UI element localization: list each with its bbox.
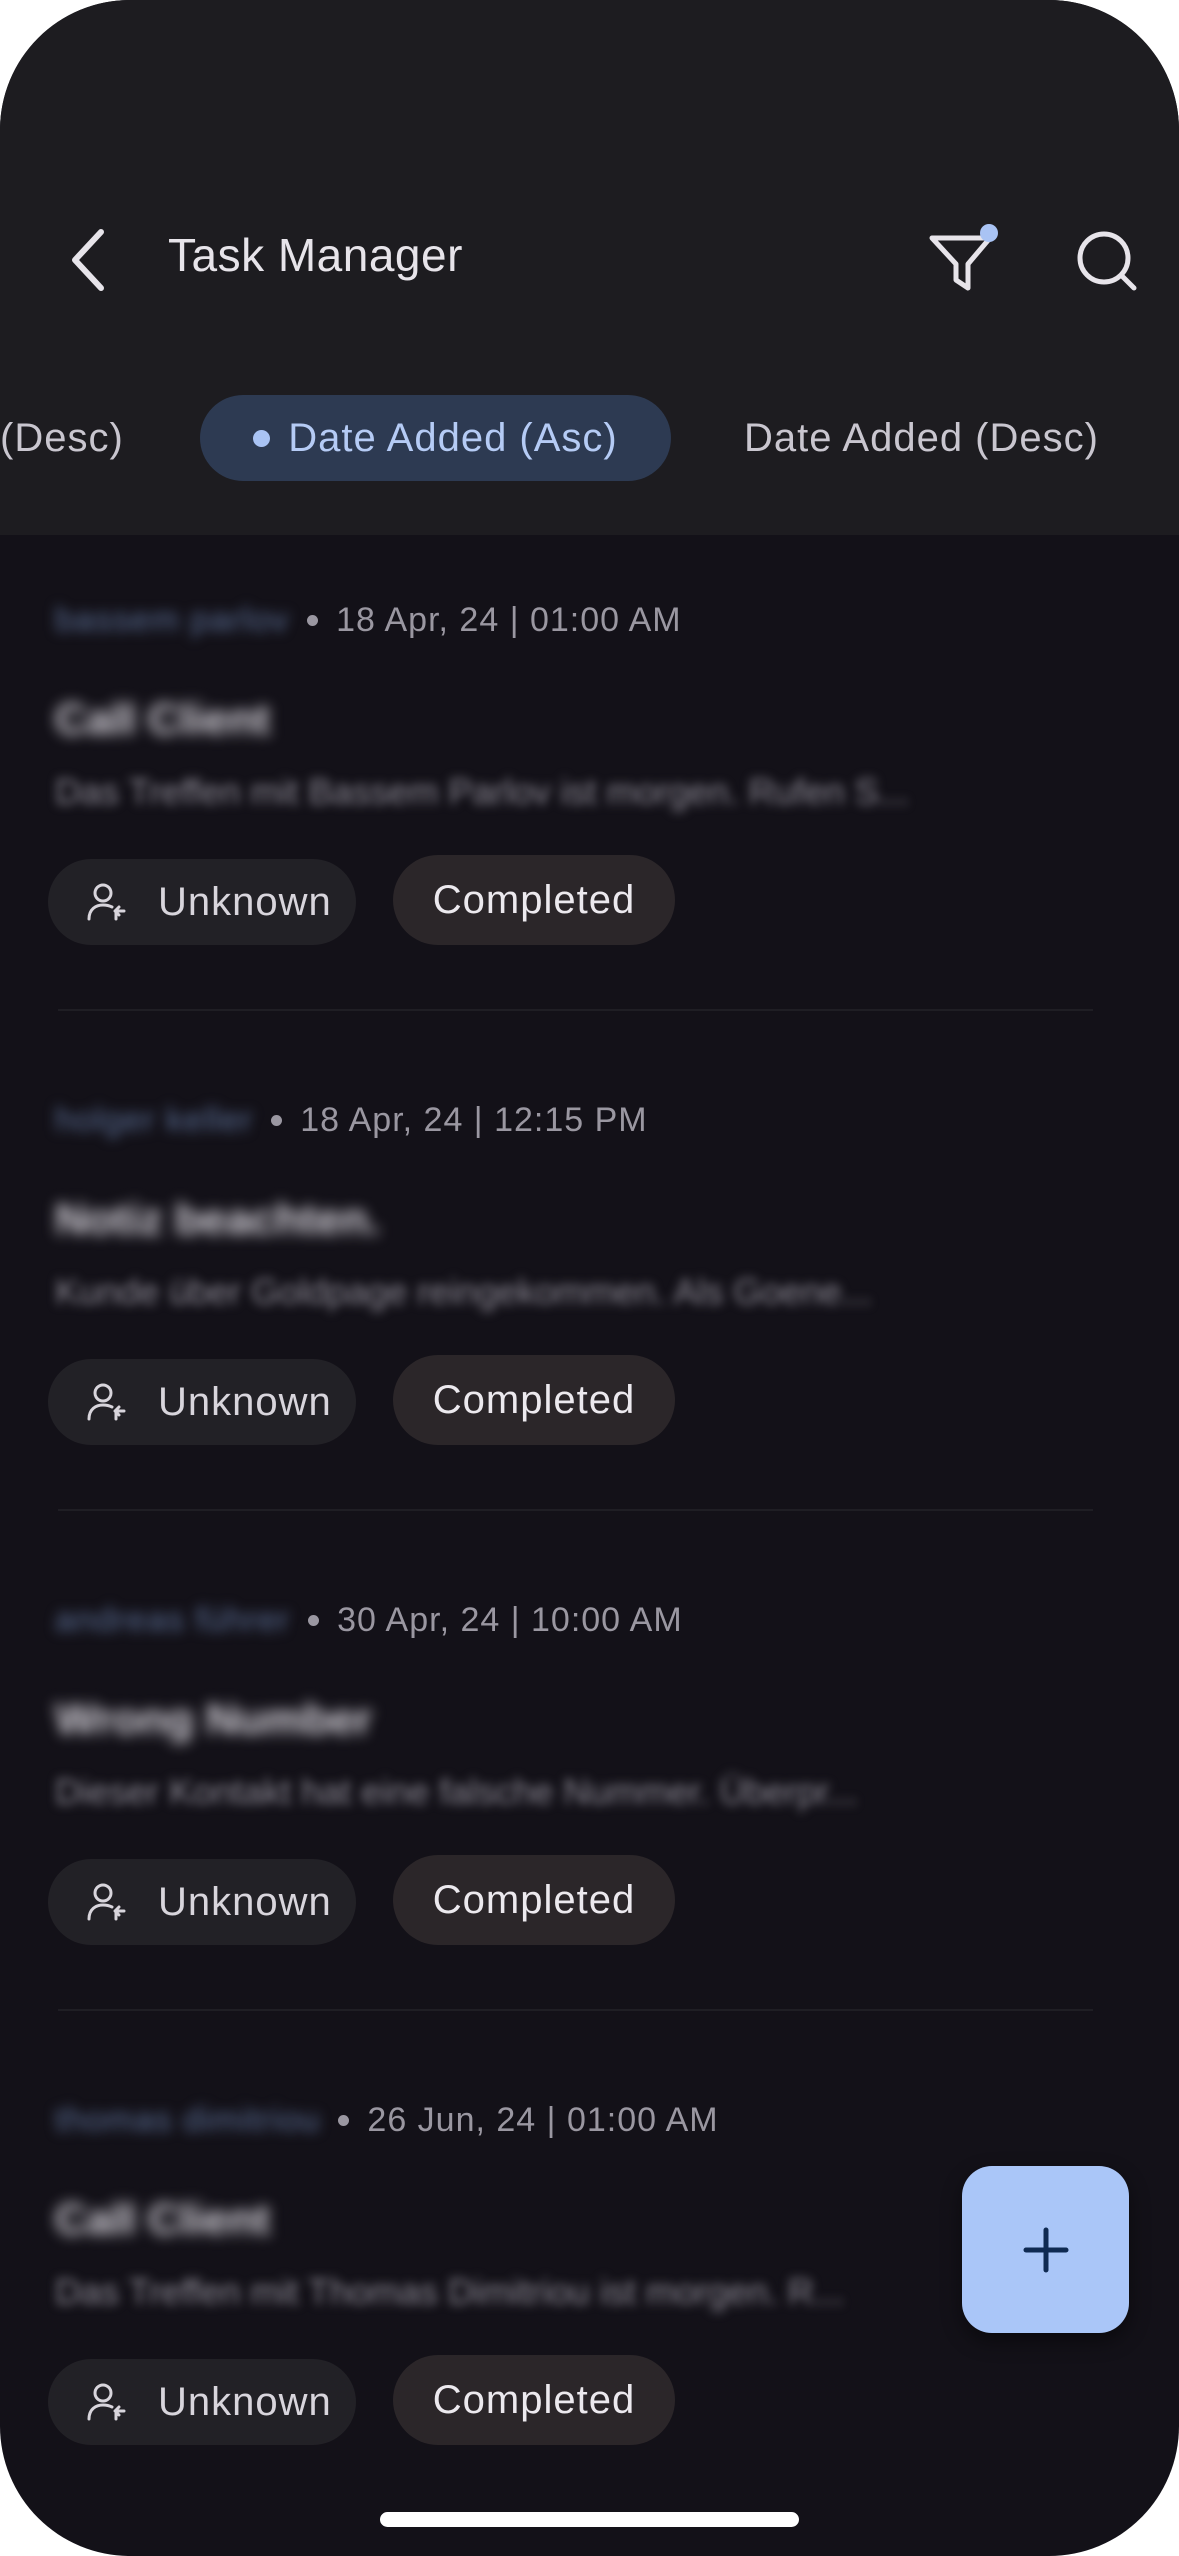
dot-separator-icon bbox=[308, 1614, 320, 1626]
divider bbox=[58, 1009, 1093, 1011]
assignee-chip[interactable]: Unknown bbox=[48, 2359, 356, 2445]
person-assign-icon bbox=[87, 1383, 126, 1421]
divider bbox=[58, 2009, 1093, 2011]
sort-chip-partial[interactable]: (Desc) bbox=[0, 395, 124, 481]
selected-dot-icon bbox=[253, 429, 271, 447]
assignee-label: Unknown bbox=[158, 1879, 332, 1924]
assignee-chip[interactable]: Unknown bbox=[48, 1359, 356, 1445]
assignee-label: Unknown bbox=[158, 1379, 332, 1424]
task-description: Dieser Kontakt hat eine falsche Nummer. … bbox=[55, 1771, 858, 1812]
add-task-button[interactable] bbox=[962, 2166, 1129, 2333]
dot-separator-icon bbox=[271, 1114, 283, 1126]
task-description: Das Treffen mit Bassem Parlov ist morgen… bbox=[55, 771, 909, 812]
assignee-label: Unknown bbox=[158, 2379, 332, 2424]
sort-chip-date-added-desc[interactable]: Date Added (Desc) bbox=[744, 395, 1099, 481]
assignee-chip[interactable]: Unknown bbox=[48, 859, 356, 945]
search-button[interactable] bbox=[1066, 218, 1152, 304]
task-meta: bassem parlov 18 Apr, 24 | 01:00 AM bbox=[55, 595, 682, 645]
task-meta: thomas dimitriou 26 Jun, 24 | 01:00 AM bbox=[55, 2095, 719, 2145]
task-date: 18 Apr, 24 | 01:00 AM bbox=[336, 600, 682, 639]
task-meta: andreas führer 30 Apr, 24 | 10:00 AM bbox=[55, 1595, 683, 1645]
task-card[interactable]: andreas führer 30 Apr, 24 | 10:00 AM Wro… bbox=[0, 1595, 1179, 2095]
person-assign-icon bbox=[87, 883, 126, 921]
sort-chip-label: Date Added (Asc) bbox=[288, 415, 618, 460]
dot-separator-icon bbox=[338, 2114, 350, 2126]
task-title: Wrong Number bbox=[55, 1695, 372, 1744]
plus-icon bbox=[1023, 2227, 1068, 2272]
page-title: Task Manager bbox=[168, 229, 463, 281]
task-date: 26 Jun, 24 | 01:00 AM bbox=[367, 2100, 719, 2139]
task-date: 18 Apr, 24 | 12:15 PM bbox=[300, 1100, 648, 1139]
top-app-bar: Task Manager (Desc) Date Added (Asc) Dat… bbox=[0, 0, 1179, 535]
sort-chip-date-added-asc[interactable]: Date Added (Asc) bbox=[200, 395, 671, 481]
assignee-chip[interactable]: Unknown bbox=[48, 1859, 356, 1945]
dot-separator-icon bbox=[307, 614, 319, 626]
task-user: andreas führer bbox=[55, 1600, 291, 1639]
home-indicator[interactable] bbox=[380, 2512, 799, 2527]
search-icon bbox=[1077, 231, 1137, 291]
status-badge[interactable]: Completed bbox=[393, 855, 675, 945]
back-button[interactable] bbox=[52, 220, 122, 300]
person-assign-icon bbox=[87, 1883, 126, 1921]
task-card[interactable]: holger keller 18 Apr, 24 | 12:15 PM Noti… bbox=[0, 1095, 1179, 1595]
filter-active-indicator bbox=[980, 224, 998, 242]
task-user: bassem parlov bbox=[55, 600, 290, 639]
sort-chip-row: (Desc) Date Added (Asc) Date Added (Desc… bbox=[0, 395, 1179, 485]
status-badge[interactable]: Completed bbox=[393, 1355, 675, 1445]
task-user: holger keller bbox=[55, 1100, 254, 1139]
person-assign-icon bbox=[87, 2383, 126, 2421]
task-meta: holger keller 18 Apr, 24 | 12:15 PM bbox=[55, 1095, 648, 1145]
task-date: 30 Apr, 24 | 10:00 AM bbox=[337, 1600, 683, 1639]
assignee-label: Unknown bbox=[158, 879, 332, 924]
task-description: Das Treffen mit Thomas Dimitriou ist mor… bbox=[55, 2271, 844, 2312]
task-title: Call Client bbox=[55, 695, 271, 744]
task-description: Kunde über Goldpage reingekommen. Als Go… bbox=[55, 1271, 872, 1312]
phone-screen: Task Manager (Desc) Date Added (Asc) Dat… bbox=[0, 0, 1179, 2556]
task-card[interactable]: bassem parlov 18 Apr, 24 | 01:00 AM Call… bbox=[0, 595, 1179, 1095]
status-badge[interactable]: Completed bbox=[393, 1855, 675, 1945]
status-badge[interactable]: Completed bbox=[393, 2355, 675, 2445]
task-title: Notiz beachten. bbox=[55, 1195, 381, 1244]
task-title: Call Client bbox=[55, 2195, 271, 2244]
divider bbox=[58, 1509, 1093, 1511]
task-user: thomas dimitriou bbox=[55, 2100, 321, 2139]
chevron-left-icon bbox=[72, 229, 104, 291]
